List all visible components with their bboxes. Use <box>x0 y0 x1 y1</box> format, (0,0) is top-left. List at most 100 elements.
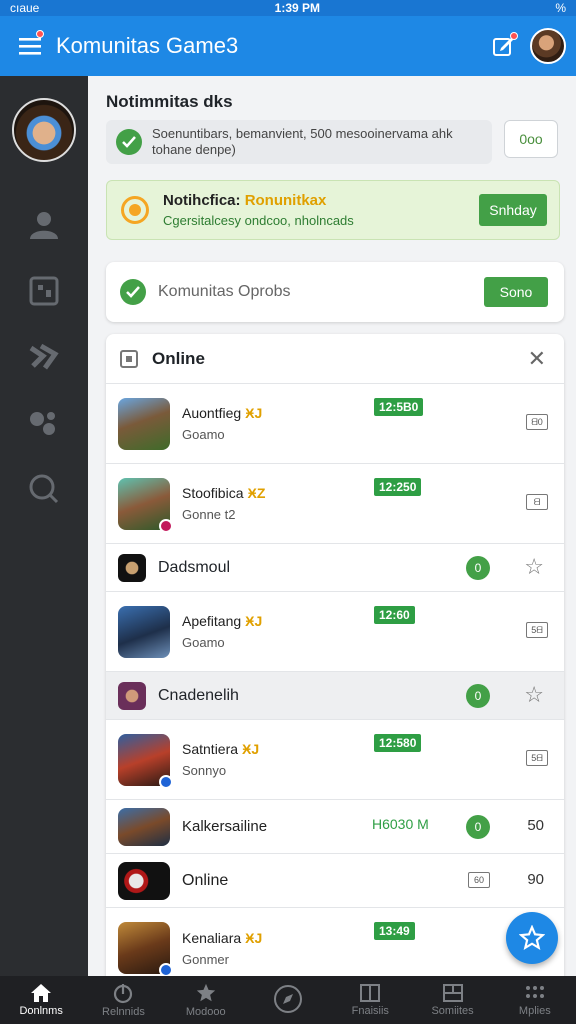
ticket-icon[interactable]: ᗺ <box>526 494 548 510</box>
promo-title: Notihcfica: Ronunitkax <box>163 192 327 209</box>
nav-label: Donlnms <box>19 1005 63 1017</box>
group-avatar <box>118 553 146 582</box>
count-button[interactable]: 0oo <box>504 120 558 158</box>
list-item[interactable]: Online 60 90 <box>106 854 564 908</box>
game-thumbnail <box>118 605 170 658</box>
list-item[interactable]: Auontfieg ӾJ Goamo 12:5B0 ᗺ0 <box>106 384 564 464</box>
nav-home[interactable]: Donlnms <box>0 976 82 1024</box>
group-name: Dadsmoul <box>158 558 231 576</box>
compose-button[interactable] <box>484 26 524 66</box>
sidebar-item-games[interactable] <box>0 324 88 390</box>
close-icon[interactable]: ✕ <box>528 346 546 372</box>
count-label: 50 <box>527 817 544 834</box>
sidebar-item-board[interactable] <box>0 258 88 324</box>
promo-banner: Notihcfica: Ronunitkax Cgersitalcesy ond… <box>106 180 560 240</box>
check-icon <box>116 129 142 155</box>
game-name: Stoofibica <box>182 485 244 501</box>
user-avatar[interactable] <box>530 28 566 64</box>
nav-compass[interactable] <box>247 976 329 1024</box>
menu-button[interactable] <box>10 26 50 66</box>
game-subtitle: Goamo <box>182 427 225 442</box>
notice-banner: Soenuntibars, bemanvient, 500 mesooinerv… <box>106 120 492 164</box>
main-content: Notimmitas dks Soenuntibars, bemanvient,… <box>88 76 576 976</box>
search-card[interactable]: Komunitas Oprobs Sono <box>106 262 564 322</box>
ticket-icon[interactable]: 5ᗺ <box>526 622 548 638</box>
nav-label: Fnaisiis <box>351 1005 389 1017</box>
app-title: Komunitas Game3 <box>56 33 239 58</box>
ticket-icon[interactable]: ᗺ0 <box>526 414 548 430</box>
promo-title-accent: Ronunitkax <box>244 192 327 209</box>
sidebar-item-profile[interactable] <box>0 192 88 258</box>
online-count-badge: 0 <box>466 556 490 580</box>
time-badge: 13:49 <box>374 922 415 940</box>
notice-text: Soenuntibars, bemanvient, 500 mesooinerv… <box>152 126 453 157</box>
nav-power[interactable]: Relnnids <box>82 976 164 1024</box>
group-name: Cnadenelih <box>158 686 239 704</box>
sidebar-item-groups[interactable] <box>0 390 88 456</box>
nav-label: Mplies <box>518 1005 551 1017</box>
list-item[interactable]: Stoofibica ӾZ Gonne t2 12:250 ᗺ <box>106 464 564 544</box>
star-icon <box>519 925 545 951</box>
game-thumbnail <box>118 733 173 789</box>
hamburger-icon <box>19 38 41 55</box>
group-row[interactable]: Cnadenelih 0 ☆ <box>106 672 564 720</box>
search-button[interactable]: Sono <box>484 277 548 307</box>
search-icon <box>29 474 59 504</box>
app-bar: Komunitas Game3 <box>0 16 576 76</box>
promo-button[interactable]: Snhday <box>479 194 547 226</box>
list-header: Online ✕ <box>106 334 564 384</box>
coin-icon <box>121 196 149 224</box>
status-badge <box>159 774 173 789</box>
time-badge: 12:60 <box>374 606 415 624</box>
search-input[interactable]: Komunitas Oprobs <box>158 283 484 301</box>
sidebar-item-search[interactable] <box>0 456 88 522</box>
game-tag: ӾJ <box>245 613 263 629</box>
game-subtitle: Gonmer <box>182 951 229 967</box>
time-badge: 12:250 <box>374 478 422 496</box>
game-name: Online <box>182 871 229 889</box>
board-icon <box>29 276 59 306</box>
count-label: 90 <box>527 871 544 888</box>
favorite-fab[interactable] <box>506 912 558 964</box>
game-tag: ӾJ <box>245 929 263 946</box>
profile-avatar[interactable] <box>12 98 76 162</box>
battery-label: % <box>555 1 566 15</box>
status-badge <box>159 963 173 976</box>
ticket-icon[interactable]: 5ᗺ <box>526 750 548 766</box>
list-title: Online <box>152 348 205 368</box>
game-subtitle: Goamo <box>182 635 225 650</box>
game-thumbnail <box>118 477 173 533</box>
nav-book[interactable]: Fnaisiis <box>329 976 411 1024</box>
nav-grid[interactable]: Mplies <box>494 976 576 1024</box>
star-icon[interactable]: ☆ <box>524 554 544 580</box>
group-avatar <box>118 681 146 710</box>
game-tag: ӾJ <box>242 741 260 757</box>
controller-icon <box>29 343 59 370</box>
carrier-label: cıaue <box>10 1 40 15</box>
game-tag: ӾZ <box>247 485 266 501</box>
compass-icon <box>273 985 302 1013</box>
game-thumbnail <box>118 397 170 450</box>
power-icon <box>114 984 133 1004</box>
check-icon <box>120 279 146 305</box>
list-item[interactable]: Kalkersailine H6030 M 0 50 <box>106 800 564 854</box>
star-icon[interactable]: ☆ <box>524 682 544 708</box>
list-item[interactable]: Apefitang ӾJ Goamo 12:60 5ᗺ <box>106 592 564 672</box>
nav-panel[interactable]: Somiites <box>411 976 493 1024</box>
notification-dot <box>36 30 44 38</box>
game-name: Satntiera <box>182 741 239 757</box>
group-row[interactable]: Dadsmoul 0 ☆ <box>106 544 564 592</box>
online-list: Online ✕ Auontfieg ӾJ Goamo 12:5B0 ᗺ0 Stoo… <box>106 334 564 976</box>
ticket-icon[interactable]: 60 <box>468 872 490 888</box>
nav-label: Relnnids <box>102 1006 145 1018</box>
game-name: Apefitang <box>182 613 242 629</box>
bottom-nav: Donlnms Relnnids Modooo Fnaisiis Somiite… <box>0 976 576 1024</box>
panel-icon <box>442 984 463 1002</box>
nav-label: Modooo <box>185 1006 226 1018</box>
home-icon <box>31 984 52 1002</box>
nav-star[interactable]: Modooo <box>165 976 247 1024</box>
list-item[interactable]: Kenaliara ӾJ Gonmer 13:49 <box>106 908 564 976</box>
list-item[interactable]: Satntiera ӾJ Sonnyo 12:580 5ᗺ <box>106 720 564 800</box>
game-tag: ӾJ <box>245 405 263 421</box>
status-bar: cıaue 1:39 PM % <box>0 0 576 16</box>
